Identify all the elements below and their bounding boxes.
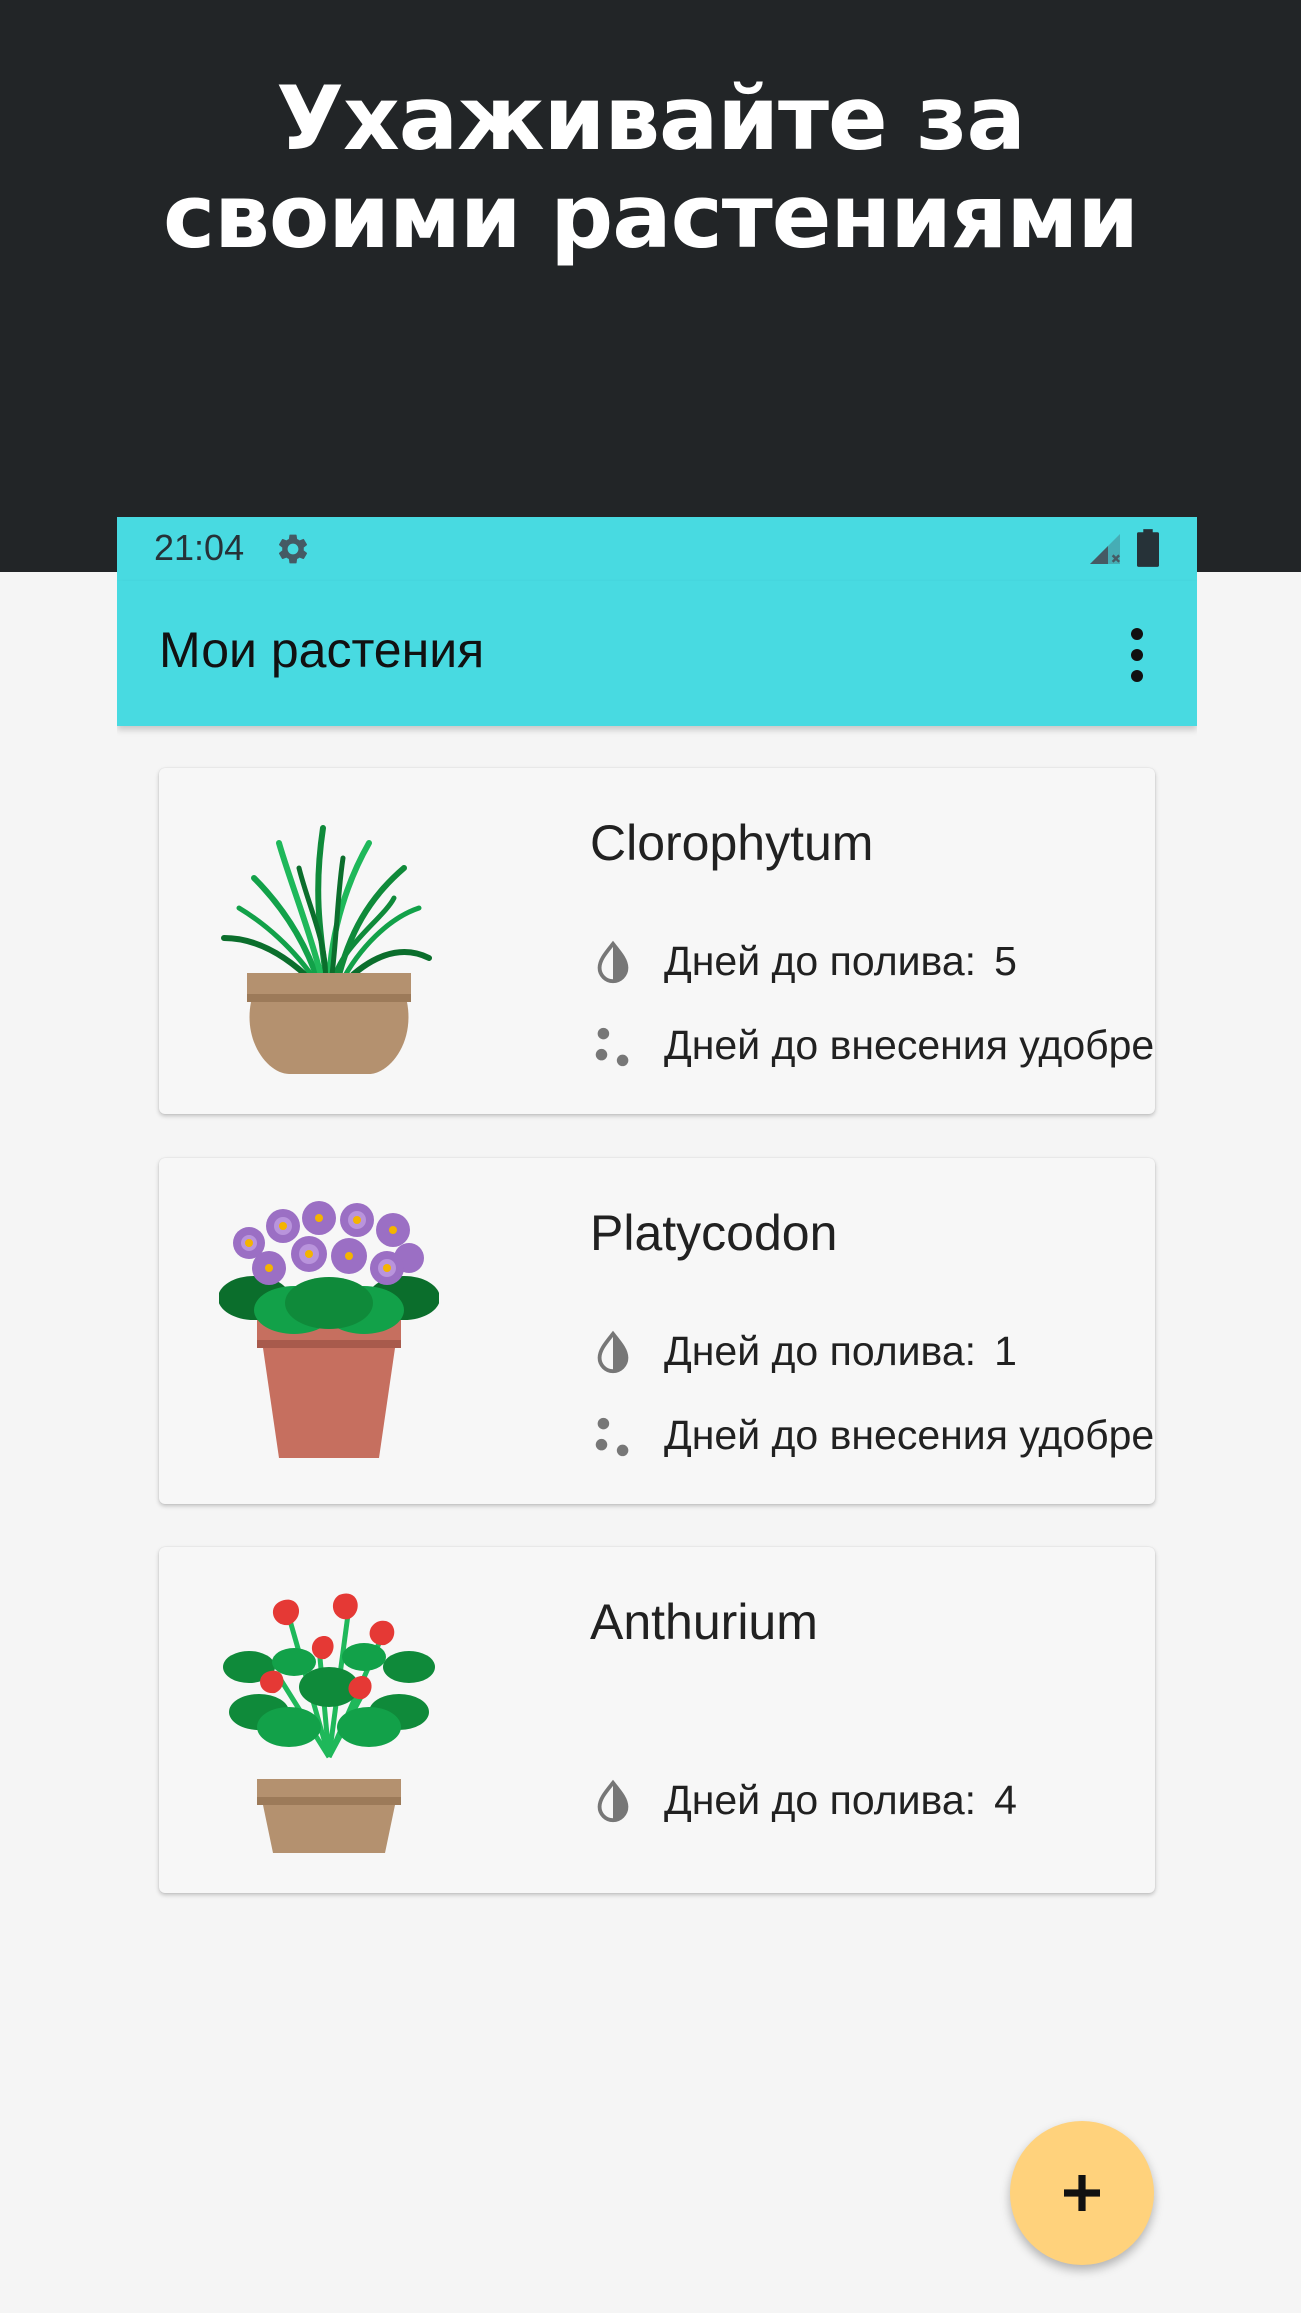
battery-icon [1137, 529, 1159, 567]
spider-plant-image [221, 825, 432, 1074]
watering-value: 1 [994, 1328, 1017, 1374]
plant-card[interactable]: Anthurium Дней до полива: 4 [159, 1547, 1155, 1893]
gear-icon [278, 534, 308, 564]
fertilize-label: Дней до внесения удобрений [664, 1022, 1155, 1068]
plant-name: Clorophytum [590, 815, 874, 871]
app-bar: Мои растения [117, 581, 1197, 726]
watering-value: 5 [994, 938, 1017, 984]
watering-label: Дней до полива: [664, 938, 977, 984]
promo-headline-line1: Ухаживайте за [276, 67, 1026, 170]
app-title: Мои растения [159, 622, 485, 678]
plant-name: Platycodon [590, 1205, 838, 1261]
plant-list: Clorophytum Дней до полива: 5 Дней до вне… [117, 726, 1197, 2313]
promo-headline: Ухаживайте за своими растениями [0, 70, 1301, 266]
add-plant-button[interactable] [1010, 2121, 1154, 2265]
plant-name: Anthurium [590, 1594, 818, 1650]
fertilizer-icon [595, 1027, 629, 1067]
status-time: 21:04 [154, 527, 245, 568]
phone-screen: 21:04 Мои растения Clorophytum Дней до п… [117, 517, 1197, 2313]
fertilize-label: Дней до внесения удобрений [664, 1412, 1155, 1458]
water-drop-icon [597, 1330, 629, 1374]
fertilizer-icon [595, 1417, 629, 1457]
violet-plant-image [219, 1201, 439, 1458]
plant-card[interactable]: Platycodon Дней до полива: 1 Дней до внес… [159, 1158, 1155, 1504]
water-drop-icon [597, 1779, 629, 1823]
plus-icon [1064, 2175, 1100, 2211]
watering-label: Дней до полива: [664, 1328, 977, 1374]
watering-value: 4 [994, 1777, 1017, 1823]
anthurium-plant-image [223, 1593, 435, 1853]
water-drop-icon [597, 940, 629, 984]
plant-card[interactable]: Clorophytum Дней до полива: 5 Дней до вне… [159, 768, 1155, 1114]
promo-headline-line2: своими растениями [163, 165, 1139, 268]
status-bar: 21:04 [117, 517, 1197, 581]
signal-icon [1090, 534, 1120, 564]
watering-label: Дней до полива: [664, 1777, 977, 1823]
more-vert-icon[interactable] [1122, 625, 1152, 685]
